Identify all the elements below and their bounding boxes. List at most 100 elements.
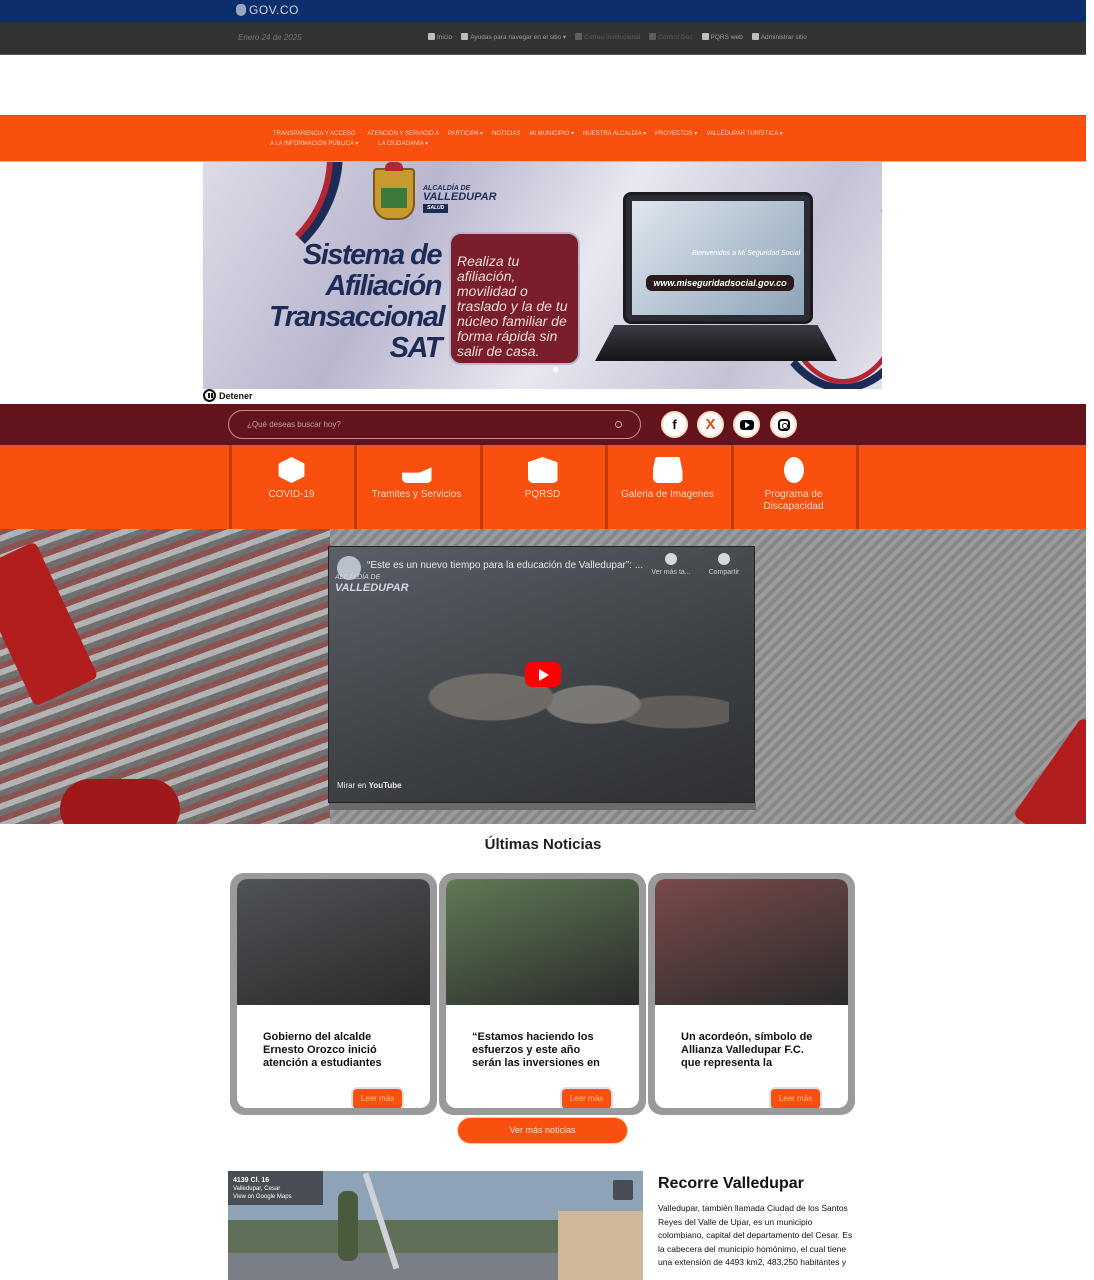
quick-link-discapacidad[interactable]: Programa de Discapacidad [731,445,853,529]
gov-bar: GOV.CO [0,0,1086,22]
read-more-button[interactable]: Leer más [769,1087,822,1108]
envelope-icon [527,457,558,483]
carousel-stop-button[interactable]: Detener [203,389,253,402]
accordion-image [60,779,180,824]
utility-links: Inicio Ayudas para navegar en el sitio ▾… [428,33,807,41]
news-card[interactable]: “Estamos haciendo los esfuerzos y este a… [439,873,646,1115]
pause-icon [203,389,216,402]
hero-banner[interactable]: ALCALDÍA DE VALLEDUPAR SALUD Sistema de … [203,162,882,389]
utility-link-label: Inicio [437,34,453,41]
video-title[interactable]: “Este es un nuevo tiempo para la educaci… [367,560,667,571]
utility-link-pqrs[interactable]: PQRS web [701,33,743,41]
facebook-glyph: f [672,417,677,432]
utility-link-correo[interactable]: Correo Institucional [575,33,640,41]
news-title: Últimas Noticias [484,836,602,853]
google-maps-link[interactable]: View on Google Maps [233,1194,292,1200]
news-card[interactable]: Un acordeón, símbolo de Allianza Valledu… [648,873,855,1115]
banner-org-tag: SALUD [423,204,449,213]
nav-item-label: VALLEDUPAR TURÍSTICA ▾ [706,131,783,137]
video-section: “Este es un nuevo tiempo para la educaci… [0,529,1086,824]
youtube-video-player[interactable]: “Este es un nuevo tiempo para la educaci… [328,546,756,810]
share-button[interactable]: Compartir [699,553,749,576]
read-more-button[interactable]: Leer más [560,1087,613,1108]
nav-item-noticias[interactable]: NOTICIAS [492,129,520,149]
screen-greeting: Bienvenidos a Mi Seguridad Social [692,250,801,257]
utility-link-label: PQRS web [710,34,743,41]
news-image[interactable] [237,879,430,1005]
quick-link-label: Galeria de Imagenes [621,489,714,500]
nav-item-label: ATENCIÓN Y SERVICIO A [367,131,439,137]
fullscreen-icon[interactable] [613,1180,633,1200]
youtube-glyph [739,419,754,430]
mail-icon [575,33,583,40]
news-card-title[interactable]: Gobierno del alcalde Ernesto Orozco inic… [263,1031,399,1071]
nav-item-label: PARTICIPA ▾ [447,131,483,137]
nav-item-label: NOTICIAS [491,131,521,137]
channel-big: VALLEDUPAR [335,582,409,594]
nav-item-valledupar-turistica[interactable]: VALLEDUPAR TURÍSTICA ▾ [706,129,782,149]
x-glyph: X [705,416,716,433]
nav-item-atencion[interactable]: ATENCIÓN Y SERVICIO A LA CIUDADANÍA ▾ [367,129,439,149]
watch-on-label: Mirar en [337,781,367,790]
utility-link-ayudas[interactable]: Ayudas para navegar en el sitio ▾ [461,33,566,41]
watch-later-label: Ver más ta... [651,569,691,576]
govco-logo-text: GOV.CO [249,3,299,17]
quick-link-covid[interactable]: COVID-19 [229,445,351,529]
news-card-body: Un acordeón, símbolo de Allianza Valledu… [655,879,848,1108]
laptop-screen [632,201,804,315]
news-image[interactable] [655,879,848,1005]
read-more-button[interactable]: Leer más [351,1087,404,1108]
nav-item-mi-municipio[interactable]: MI MUNICIPIO ▾ [529,129,574,149]
news-card-title[interactable]: “Estamos haciendo los esfuerzos y este a… [472,1031,608,1071]
share-label: Compartir [708,569,740,576]
quick-link-tramites[interactable]: Tramites y Servicios [354,445,476,529]
youtube-logo: YouTube [368,781,402,790]
quick-links: COVID-19 Tramites y Servicios PQRSD Gale… [0,445,1086,529]
accordion-image [1012,716,1086,824]
news-card[interactable]: Gobierno del alcalde Ernesto Orozco inic… [230,873,437,1115]
virus-icon [278,457,305,483]
utility-link-inicio[interactable]: Inicio [428,33,452,41]
video-bottom-bar [329,803,756,810]
more-news-button[interactable]: Ver más noticias [457,1117,628,1144]
video-channel-logo: ALCALDÍA DE VALLEDUPAR [335,573,409,594]
info-icon [461,33,469,40]
search-icon[interactable] [615,421,622,428]
youtube-icon[interactable] [733,411,760,438]
laptop-base [595,325,837,361]
carousel-indicator[interactable] [553,367,558,372]
nav-item-transparencia[interactable]: TRANSPARENCIA Y ACCESO A LA INFORMACIÓN P… [270,129,358,149]
nav-item-participa[interactable]: PARTICIPA ▾ [448,129,483,149]
quick-link-galeria[interactable]: Galeria de Imagenes [605,445,727,529]
street-view-map[interactable]: 4139 Cl. 16 Valledupar, Cesar View on Go… [228,1171,643,1280]
map-tree [338,1191,358,1261]
tour-text: Valledupar, también llamada Ciudad de lo… [658,1203,853,1267]
watch-on-youtube[interactable]: Mirar en YouTube [337,781,402,790]
map-address-box: 4139 Cl. 16 Valledupar, Cesar View on Go… [228,1171,323,1205]
utility-link-admin[interactable]: Administrar sitio [751,33,807,41]
search-input[interactable]: ¿Qué deseas buscar hoy? [228,410,641,439]
stop-label: Detener [219,390,253,401]
nav-item-label: PROYECTOS ▾ [655,131,698,137]
coat-of-arms-icon [373,162,415,220]
utility-bar: Enero 24 de 2025 Inicio Ayudas para nave… [0,22,1086,55]
gear-icon [751,33,759,40]
x-twitter-icon[interactable]: X [697,411,724,438]
instagram-icon[interactable] [770,411,797,438]
nav-item-nuestra-alcaldia[interactable]: NUESTRA ALCALDÍA ▾ [583,129,646,149]
news-card-title[interactable]: Un acordeón, símbolo de Allianza Valledu… [681,1031,817,1071]
watch-later-button[interactable]: Ver más ta... [646,553,696,576]
utility-link-control-doc[interactable]: Control Doc [649,33,693,41]
megaphone-icon [701,33,709,40]
play-button[interactable] [525,662,561,687]
main-nav: TRANSPARENCIA Y ACCESO A LA INFORMACIÓN P… [0,115,1086,162]
news-card-body: Gobierno del alcalde Ernesto Orozco inic… [237,879,430,1108]
utility-link-label: Control Doc [658,34,693,41]
facebook-icon[interactable]: f [661,411,688,438]
govco-logo[interactable]: GOV.CO [236,3,299,17]
news-image[interactable] [446,879,639,1005]
news-card-body: “Estamos haciendo los esfuerzos y este a… [446,879,639,1108]
nav-item-proyectos[interactable]: PROYECTOS ▾ [655,129,697,149]
quick-link-pqrsd[interactable]: PQRSD [480,445,602,529]
banner-org-big: VALLEDUPAR [423,191,497,203]
